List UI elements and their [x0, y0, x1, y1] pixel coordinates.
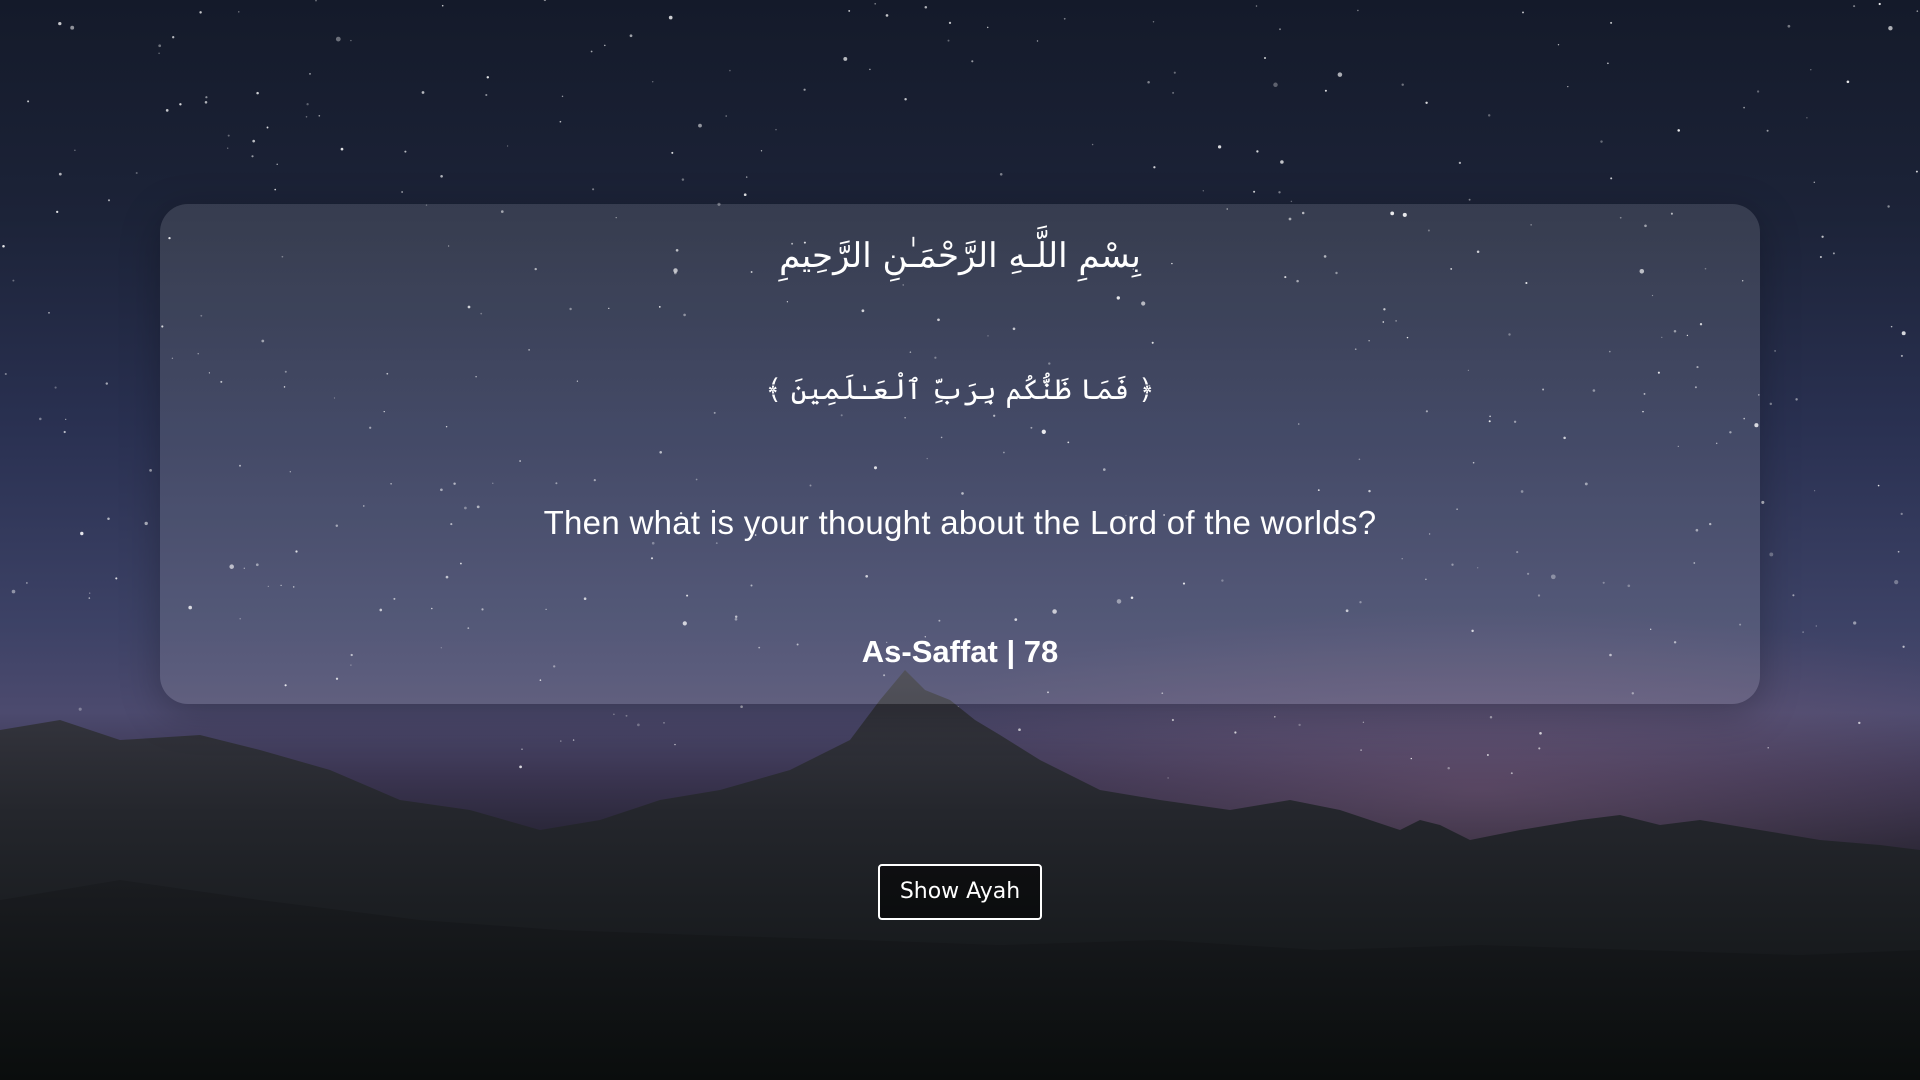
bismillah-text: بِسْمِ اللَّـهِ الرَّحْمَـٰنِ الرَّحِيمِ	[779, 236, 1141, 276]
ayah-arabic-text: ﴿ فَمَا ظَنُّكُم بِرَبِّ ٱلْعَـٰلَمِينَ …	[765, 373, 1155, 406]
surah-reference: As-Saffat | 78	[861, 634, 1059, 669]
ayah-translation: Then what is your thought about the Lord…	[543, 504, 1377, 541]
show-ayah-button[interactable]: Show Ayah	[878, 864, 1042, 920]
